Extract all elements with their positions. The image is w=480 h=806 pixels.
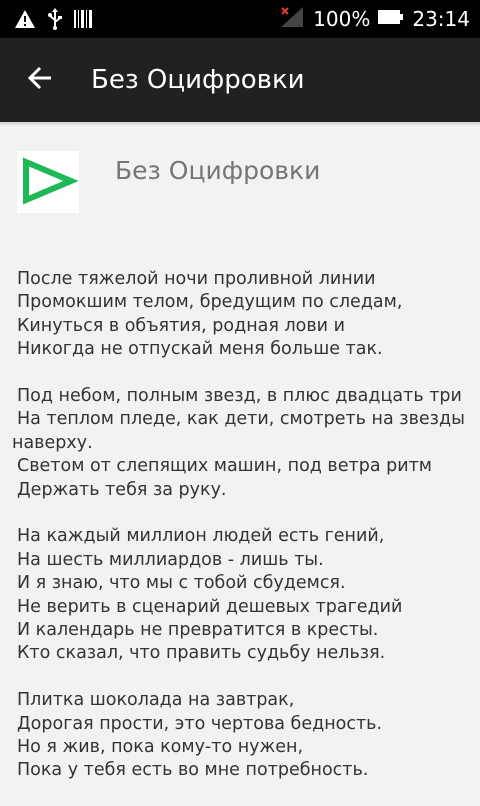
battery-percent: 100% — [313, 7, 371, 31]
battery-icon — [378, 9, 404, 29]
lyric-line: Но я жив, пока кому-то нужен, — [17, 737, 304, 758]
signal-icon — [279, 5, 305, 33]
warning-icon — [14, 9, 36, 33]
lyric-line: Кинуться в объятия, родная лови и — [17, 315, 345, 336]
barcode-icon — [74, 8, 92, 34]
lyric-line: Светом от слепящих машин, под ветра ритм — [17, 456, 432, 477]
lyric-line: Плитка шоколада на завтрак, — [17, 690, 295, 711]
song-title: Без Оцифровки — [115, 156, 321, 185]
lyric-line: Промокшим телом, бредущим по следам, — [17, 292, 403, 313]
arrow-left-icon — [27, 65, 53, 95]
song-logo — [17, 151, 79, 213]
lyric-line: На каждый миллион людей есть гений, — [17, 526, 385, 547]
page-title: Без Оцифровки — [91, 65, 305, 95]
lyric-line: На шесть миллиардов - лишь ты. — [17, 549, 324, 570]
lyric-line: После тяжелой ночи проливной линии — [17, 269, 376, 289]
lyric-line: И календарь не превратится в кресты. — [17, 620, 379, 641]
status-bar-notifications — [14, 8, 92, 34]
stanza: Под небом, полным звезд, в плюс двадцать… — [12, 385, 474, 502]
clock: 23:14 — [412, 7, 470, 31]
stanza: На каждый миллион людей есть гений, На ш… — [12, 525, 474, 665]
lyric-line: Кто сказал, что править судьбу нельзя. — [17, 643, 386, 664]
lyric-line: Держать тебя за руку. — [17, 479, 227, 500]
lyric-line: И я знаю, что мы с тобой сбудемся. — [17, 573, 346, 594]
play-icon — [17, 157, 79, 217]
app-bar: Без Оцифровки — [0, 38, 480, 122]
usb-icon — [48, 8, 62, 34]
stanza: Плитка шоколада на завтрак, Дорогая прос… — [12, 689, 474, 783]
song-content: Без Оцифровки После тяжелой ночи проливн… — [0, 126, 480, 800]
status-bar-system: 100% 23:14 — [279, 0, 470, 38]
status-bar: 100% 23:14 — [0, 0, 480, 38]
lyric-line: Под небом, полным звезд, в плюс двадцать… — [17, 386, 462, 407]
lyric-line: Не верить в сценарий дешевых трагедий — [17, 596, 403, 617]
lyric-line: Пока у тебя есть во мне потребность. — [17, 760, 369, 781]
lyric-line: На теплом пледе, как дети, смотреть на з… — [12, 409, 465, 453]
back-button[interactable] — [16, 56, 64, 104]
lyric-line: Никогда не отпускай меня больше так. — [17, 339, 383, 360]
lyric-line: Дорогая прости, это чертова бедность. — [17, 713, 383, 734]
lyrics-text: После тяжелой ночи проливной линии Промо… — [12, 268, 474, 806]
stanza: После тяжелой ночи проливной линии Промо… — [12, 268, 474, 362]
